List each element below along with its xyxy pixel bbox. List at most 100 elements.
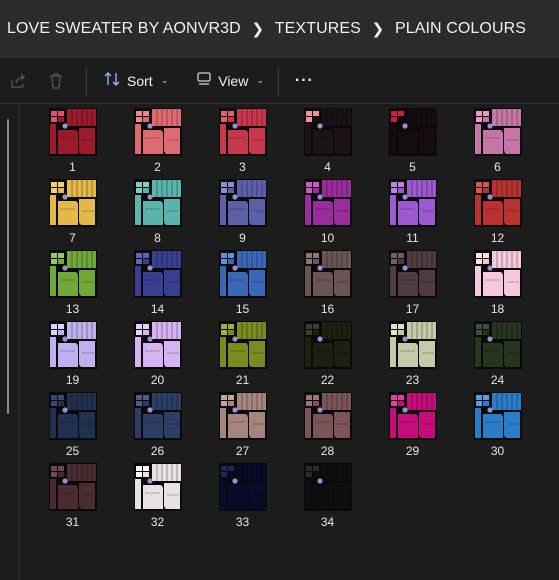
more-options-button[interactable]: ··· bbox=[287, 66, 322, 96]
view-icon bbox=[196, 71, 212, 90]
scrollbar[interactable] bbox=[7, 119, 9, 414]
texture-thumbnail bbox=[303, 179, 352, 227]
file-item[interactable]: 22 bbox=[285, 321, 370, 392]
file-name: 2 bbox=[154, 160, 161, 174]
file-name: 14 bbox=[150, 302, 165, 316]
file-name: 17 bbox=[405, 302, 420, 316]
texture-thumbnail bbox=[218, 463, 267, 511]
toolbar: Sort ⌄ View ⌄ ··· bbox=[0, 58, 559, 104]
file-item[interactable]: 18 bbox=[455, 250, 540, 321]
file-item[interactable]: 7 bbox=[30, 179, 115, 250]
sort-button[interactable]: Sort ⌄ bbox=[95, 66, 176, 96]
file-item[interactable]: 2 bbox=[115, 108, 200, 179]
file-item[interactable]: 10 bbox=[285, 179, 370, 250]
file-item[interactable]: 29 bbox=[370, 392, 455, 463]
file-item[interactable]: 27 bbox=[200, 392, 285, 463]
file-item[interactable]: 28 bbox=[285, 392, 370, 463]
texture-thumbnail bbox=[218, 108, 267, 156]
texture-thumbnail bbox=[303, 392, 352, 440]
file-item[interactable]: 1 bbox=[30, 108, 115, 179]
file-item[interactable]: 24 bbox=[455, 321, 540, 392]
file-item[interactable]: 23 bbox=[370, 321, 455, 392]
texture-thumbnail bbox=[218, 392, 267, 440]
file-item[interactable]: 13 bbox=[30, 250, 115, 321]
file-name: 34 bbox=[320, 515, 335, 529]
file-name: 13 bbox=[65, 302, 80, 316]
breadcrumb: LOVE SWEATER BY AONVR3D ❯ TEXTURES ❯ PLA… bbox=[0, 0, 559, 58]
file-item[interactable]: 4 bbox=[285, 108, 370, 179]
view-button[interactable]: View ⌄ bbox=[188, 66, 272, 96]
file-name: 24 bbox=[490, 373, 505, 387]
file-name: 26 bbox=[150, 444, 165, 458]
file-name: 32 bbox=[150, 515, 165, 529]
file-item[interactable]: 25 bbox=[30, 392, 115, 463]
file-item[interactable]: 17 bbox=[370, 250, 455, 321]
file-name: 10 bbox=[320, 231, 335, 245]
file-grid: 1 2 3 4 5 6 7 8 9 10 11 12 13 14 15 16 17 18 19 20 21 22 23 24 2… bbox=[30, 108, 550, 534]
texture-thumbnail bbox=[303, 108, 352, 156]
file-item[interactable]: 11 bbox=[370, 179, 455, 250]
file-name: 18 bbox=[490, 302, 505, 316]
file-item[interactable]: 31 bbox=[30, 463, 115, 534]
texture-thumbnail bbox=[133, 179, 182, 227]
file-item[interactable]: 20 bbox=[115, 321, 200, 392]
file-item[interactable]: 8 bbox=[115, 179, 200, 250]
file-item[interactable]: 16 bbox=[285, 250, 370, 321]
texture-thumbnail bbox=[218, 321, 267, 369]
file-item[interactable]: 5 bbox=[370, 108, 455, 179]
breadcrumb-item-love-sweater[interactable]: LOVE SWEATER BY AONVR3D bbox=[0, 20, 241, 38]
file-item[interactable]: 6 bbox=[455, 108, 540, 179]
file-item[interactable]: 14 bbox=[115, 250, 200, 321]
texture-thumbnail bbox=[218, 250, 267, 298]
file-item[interactable]: 30 bbox=[455, 392, 540, 463]
texture-thumbnail bbox=[133, 321, 182, 369]
file-name: 5 bbox=[409, 160, 416, 174]
texture-thumbnail bbox=[388, 108, 437, 156]
texture-thumbnail bbox=[473, 392, 522, 440]
file-name: 4 bbox=[324, 160, 331, 174]
breadcrumb-item-plain-colours[interactable]: PLAIN COLOURS bbox=[395, 20, 526, 38]
file-name: 25 bbox=[65, 444, 80, 458]
texture-thumbnail bbox=[48, 108, 97, 156]
navigation-pane bbox=[0, 104, 20, 580]
delete-icon[interactable] bbox=[42, 67, 70, 95]
file-item[interactable]: 21 bbox=[200, 321, 285, 392]
file-item[interactable]: 3 bbox=[200, 108, 285, 179]
file-name: 9 bbox=[239, 231, 246, 245]
chevron-right-icon[interactable]: ❯ bbox=[361, 20, 395, 38]
file-name: 8 bbox=[154, 231, 161, 245]
file-name: 1 bbox=[69, 160, 76, 174]
file-item[interactable]: 15 bbox=[200, 250, 285, 321]
file-item[interactable]: 33 bbox=[200, 463, 285, 534]
texture-thumbnail bbox=[473, 108, 522, 156]
file-name: 21 bbox=[235, 373, 250, 387]
file-name: 16 bbox=[320, 302, 335, 316]
share-icon[interactable] bbox=[4, 67, 32, 95]
texture-thumbnail bbox=[388, 179, 437, 227]
file-item[interactable]: 9 bbox=[200, 179, 285, 250]
texture-thumbnail bbox=[48, 463, 97, 511]
texture-thumbnail bbox=[133, 463, 182, 511]
file-item[interactable]: 32 bbox=[115, 463, 200, 534]
chevron-down-icon: ⌄ bbox=[160, 75, 169, 85]
texture-thumbnail bbox=[133, 108, 182, 156]
texture-thumbnail bbox=[48, 179, 97, 227]
file-name: 30 bbox=[490, 444, 505, 458]
chevron-right-icon[interactable]: ❯ bbox=[241, 20, 275, 38]
texture-thumbnail bbox=[388, 321, 437, 369]
texture-thumbnail bbox=[48, 321, 97, 369]
sort-label: Sort bbox=[127, 72, 153, 89]
toolbar-divider bbox=[277, 65, 279, 96]
file-item[interactable]: 34 bbox=[285, 463, 370, 534]
file-name: 27 bbox=[235, 444, 250, 458]
file-name: 22 bbox=[320, 373, 335, 387]
file-item[interactable]: 12 bbox=[455, 179, 540, 250]
file-item[interactable]: 19 bbox=[30, 321, 115, 392]
breadcrumb-item-textures[interactable]: TEXTURES bbox=[275, 20, 361, 38]
texture-thumbnail bbox=[473, 179, 522, 227]
file-name: 33 bbox=[235, 515, 250, 529]
file-item[interactable]: 26 bbox=[115, 392, 200, 463]
texture-thumbnail bbox=[133, 392, 182, 440]
texture-thumbnail bbox=[218, 179, 267, 227]
texture-thumbnail bbox=[388, 392, 437, 440]
